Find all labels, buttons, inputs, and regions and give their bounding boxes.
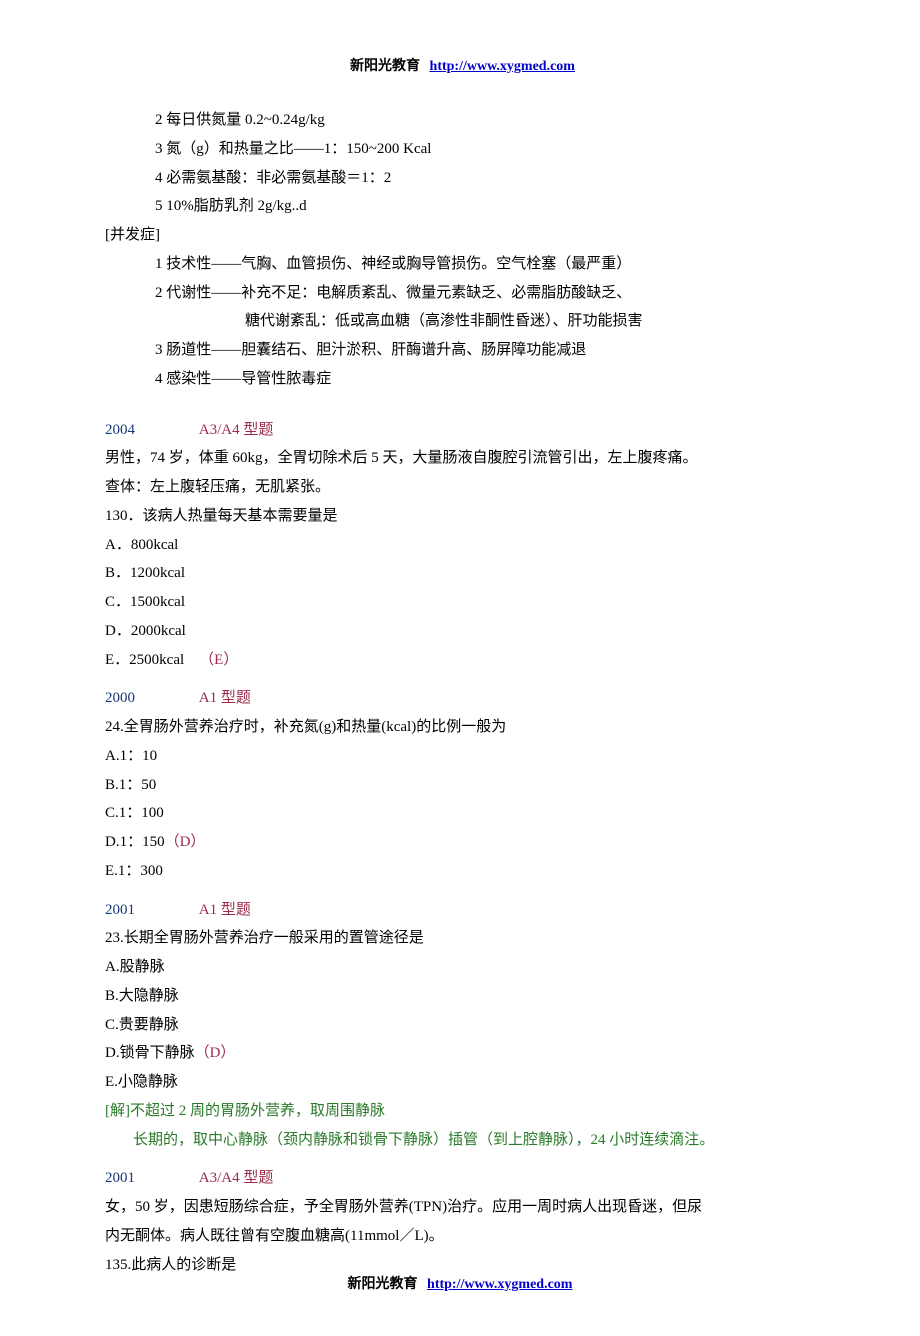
year-label: 2000 [105, 690, 135, 706]
year-label: 2004 [105, 422, 135, 438]
complication-item: 4 感染性——导管性脓毒症 [105, 367, 820, 392]
question-type: A1 型题 [199, 690, 251, 706]
option-text: E．2500kcal [105, 652, 184, 668]
explanation-label: [解] [105, 1103, 130, 1119]
option-with-answer: E．2500kcal （E） [105, 648, 820, 673]
year-label: 2001 [105, 902, 135, 918]
complication-item: 2 代谢性——补充不足：电解质紊乱、微量元素缺乏、必需脂肪酸缺乏、 [105, 281, 820, 306]
option: D．2000kcal [105, 619, 820, 644]
option: E.小隐静脉 [105, 1070, 820, 1095]
complications-list: 1 技术性——气胸、血管损伤、神经或胸导管损伤。空气栓塞（最严重） 2 代谢性—… [105, 252, 820, 392]
option: B.1：50 [105, 773, 820, 798]
page-footer: 新阳光教育 http://www.xygmed.com [0, 1273, 920, 1296]
question-type: A1 型题 [199, 902, 251, 918]
header-org: 新阳光教育 [350, 59, 420, 74]
question-stem: 男性，74 岁，体重 60kg，全胃切除术后 5 天，大量肠液自腹腔引流管引出，… [105, 446, 820, 471]
question-text: 130．该病人热量每天基本需要量是 [105, 504, 820, 529]
footer-org: 新阳光教育 [348, 1277, 418, 1292]
option: E.1：300 [105, 859, 820, 884]
question-header: 2004 A3/A4 型题 [105, 418, 820, 443]
question-type: A3/A4 型题 [199, 1170, 274, 1186]
question-stem: 内无酮体。病人既往曾有空腹血糖高(11mmol／L)。 [105, 1224, 820, 1249]
year-label: 2001 [105, 1170, 135, 1186]
intro-item: 3 氮（g）和热量之比——1：150~200 Kcal [105, 137, 820, 162]
complication-item-cont: 糖代谢紊乱：低或高血糖（高渗性非酮性昏迷）、肝功能损害 [105, 309, 820, 334]
answer-mark: （D） [195, 1045, 236, 1061]
explanation-text: 长期的，取中心静脉（颈内静脉和锁骨下静脉）插管（到上腔静脉），24 小时连续滴注… [105, 1128, 820, 1153]
intro-item: 2 每日供氮量 0.2~0.24g/kg [105, 108, 820, 133]
option: B.大隐静脉 [105, 984, 820, 1009]
answer-mark: （E） [199, 652, 238, 668]
header-link[interactable]: http://www.xygmed.com [430, 59, 575, 74]
question-stem: 女，50 岁，因患短肠综合症，予全胃肠外营养(TPN)治疗。应用一周时病人出现昏… [105, 1195, 820, 1220]
option: A.1：10 [105, 744, 820, 769]
question-header: 2000 A1 型题 [105, 686, 820, 711]
question-header: 2001 A1 型题 [105, 898, 820, 923]
complications-label: [并发症] [105, 223, 820, 248]
explanation-text: 不超过 2 周的胃肠外营养，取周围静脉 [130, 1103, 385, 1119]
complication-item: 3 肠道性——胆囊结石、胆汁淤积、肝酶谱升高、肠屏障功能减退 [105, 338, 820, 363]
question-text: 23.长期全胃肠外营养治疗一般采用的置管途径是 [105, 926, 820, 951]
option: A.股静脉 [105, 955, 820, 980]
footer-link[interactable]: http://www.xygmed.com [427, 1277, 572, 1292]
question-text: 24.全胃肠外营养治疗时，补充氮(g)和热量(kcal)的比例一般为 [105, 715, 820, 740]
question-type: A3/A4 型题 [199, 422, 274, 438]
intro-list: 2 每日供氮量 0.2~0.24g/kg 3 氮（g）和热量之比——1：150~… [105, 108, 820, 219]
option: A．800kcal [105, 533, 820, 558]
option: C.贵要静脉 [105, 1013, 820, 1038]
option-with-answer: D.锁骨下静脉（D） [105, 1041, 820, 1066]
option: B．1200kcal [105, 561, 820, 586]
explanation: [解]不超过 2 周的胃肠外营养，取周围静脉 [105, 1099, 820, 1124]
answer-mark: （D） [165, 834, 206, 850]
option-text: D.锁骨下静脉 [105, 1045, 195, 1061]
question-header: 2001 A3/A4 型题 [105, 1166, 820, 1191]
option-text: D.1：150 [105, 834, 165, 850]
question-stem: 查体：左上腹轻压痛，无肌紧张。 [105, 475, 820, 500]
page-header: 新阳光教育 http://www.xygmed.com [105, 55, 820, 78]
option: C．1500kcal [105, 590, 820, 615]
intro-item: 5 10%脂肪乳剂 2g/kg..d [105, 194, 820, 219]
option: C.1：100 [105, 801, 820, 826]
document-page: 新阳光教育 http://www.xygmed.com 2 每日供氮量 0.2~… [0, 0, 920, 1336]
option-with-answer: D.1：150（D） [105, 830, 820, 855]
intro-item: 4 必需氨基酸：非必需氨基酸＝1：2 [105, 166, 820, 191]
complication-item: 1 技术性——气胸、血管损伤、神经或胸导管损伤。空气栓塞（最严重） [105, 252, 820, 277]
